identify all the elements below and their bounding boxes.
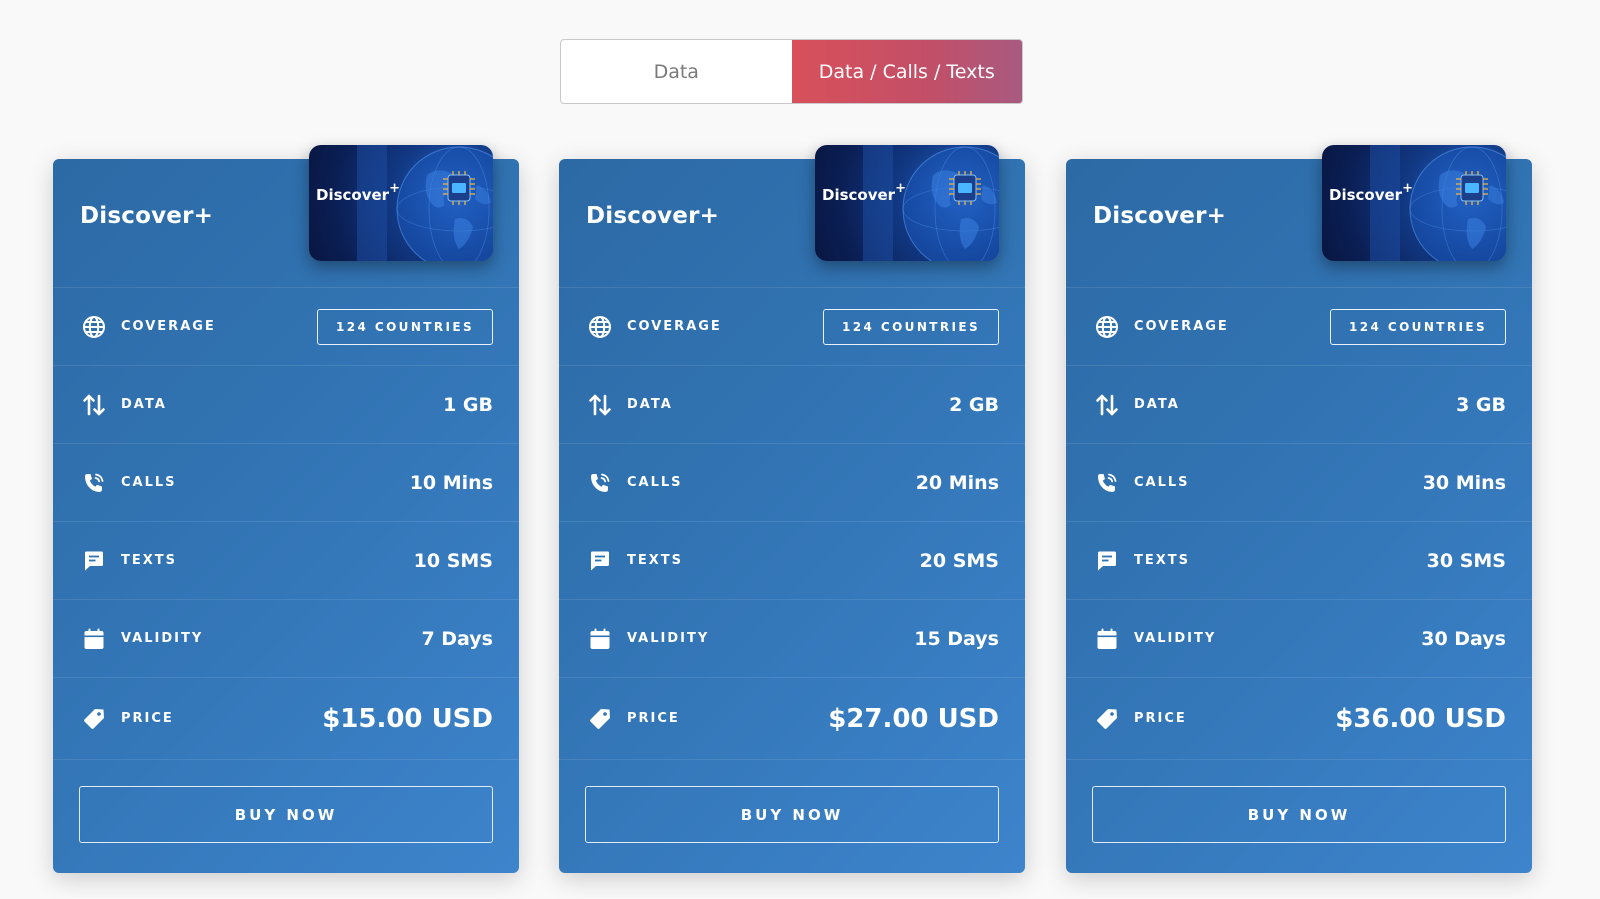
calls-row: CALLS 30 Mins <box>1066 444 1532 522</box>
data-label: DATA <box>121 397 167 412</box>
buy-button-wrap: BUY NOW <box>559 760 1025 843</box>
toggle-option-data[interactable]: Data <box>561 40 792 103</box>
price-row: PRICE $27.00 USD <box>559 678 1025 760</box>
price-label: PRICE <box>1134 711 1187 726</box>
coverage-label: COVERAGE <box>121 319 216 334</box>
validity-row: VALIDITY 15 Days <box>559 600 1025 678</box>
data-label: DATA <box>1134 397 1180 412</box>
texts-label: TEXTS <box>627 553 684 568</box>
price-value: $27.00 USD <box>828 703 999 734</box>
globe-graphic <box>902 146 999 261</box>
buy-button-wrap: BUY NOW <box>1066 760 1532 843</box>
price-value: $36.00 USD <box>1335 703 1506 734</box>
price-tag-icon <box>587 706 613 732</box>
toggle-option-data-calls-texts[interactable]: Data / Calls / Texts <box>791 40 1022 103</box>
message-icon <box>81 548 107 574</box>
data-value: 2 GB <box>949 393 999 416</box>
globe-graphic <box>1409 146 1506 261</box>
esim-card-image: Discover+ <box>309 145 493 261</box>
validity-label: VALIDITY <box>1134 631 1217 646</box>
price-tag-icon <box>1094 706 1120 732</box>
data-value: 1 GB <box>443 393 493 416</box>
texts-label: TEXTS <box>121 553 178 568</box>
calls-label: CALLS <box>1134 475 1190 490</box>
texts-row: TEXTS 20 SMS <box>559 522 1025 600</box>
validity-label: VALIDITY <box>121 631 204 646</box>
buy-button-wrap: BUY NOW <box>53 760 519 843</box>
buy-now-button[interactable]: BUY NOW <box>1092 786 1506 843</box>
plan-title: Discover+ <box>586 203 720 229</box>
globe-graphic <box>396 146 493 261</box>
calls-value: 10 Mins <box>409 471 493 494</box>
validity-row: VALIDITY 7 Days <box>53 600 519 678</box>
texts-label: TEXTS <box>1134 553 1191 568</box>
texts-value: 30 SMS <box>1426 549 1506 572</box>
calls-row: CALLS 20 Mins <box>559 444 1025 522</box>
calendar-icon <box>81 626 107 652</box>
coverage-row: COVERAGE 124 COUNTRIES <box>53 288 519 366</box>
price-label: PRICE <box>627 711 680 726</box>
up-down-arrows-icon <box>587 392 613 418</box>
validity-row: VALIDITY 30 Days <box>1066 600 1532 678</box>
phone-icon <box>587 470 613 496</box>
validity-value: 30 Days <box>1421 627 1506 650</box>
phone-icon <box>81 470 107 496</box>
validity-label: VALIDITY <box>627 631 710 646</box>
globe-icon <box>81 314 107 340</box>
globe-icon <box>1094 314 1120 340</box>
sim-brand-logo: Discover+ <box>822 181 906 204</box>
coverage-label: COVERAGE <box>627 319 722 334</box>
sim-brand-logo: Discover+ <box>316 181 400 204</box>
price-row: PRICE $15.00 USD <box>53 678 519 760</box>
plan-card: Discover+ Discover+ COVERAGE 124 COUNTRI… <box>53 145 519 873</box>
calendar-icon <box>587 626 613 652</box>
coverage-row: COVERAGE 124 COUNTRIES <box>559 288 1025 366</box>
texts-value: 10 SMS <box>413 549 493 572</box>
texts-row: TEXTS 10 SMS <box>53 522 519 600</box>
globe-icon <box>587 314 613 340</box>
price-tag-icon <box>81 706 107 732</box>
phone-icon <box>1094 470 1120 496</box>
data-label: DATA <box>627 397 673 412</box>
validity-value: 7 Days <box>421 627 493 650</box>
plan-card-header: Discover+ Discover+ <box>53 145 519 288</box>
price-value: $15.00 USD <box>322 703 493 734</box>
esim-card-image: Discover+ <box>1322 145 1506 261</box>
up-down-arrows-icon <box>81 392 107 418</box>
sim-brand-logo: Discover+ <box>1329 181 1413 204</box>
calls-row: CALLS 10 Mins <box>53 444 519 522</box>
calls-value: 30 Mins <box>1422 471 1506 494</box>
message-icon <box>587 548 613 574</box>
validity-value: 15 Days <box>914 627 999 650</box>
plan-type-toggle: Data Data / Calls / Texts <box>560 39 1023 104</box>
plan-card: Discover+ Discover+ COVERAGE 124 COUNTRI… <box>1066 145 1532 873</box>
up-down-arrows-icon <box>1094 392 1120 418</box>
texts-row: TEXTS 30 SMS <box>1066 522 1532 600</box>
price-label: PRICE <box>121 711 174 726</box>
calendar-icon <box>1094 626 1120 652</box>
plan-card-header: Discover+ Discover+ <box>1066 145 1532 288</box>
plan-card: Discover+ Discover+ COVERAGE 124 COUNTRI… <box>559 145 1025 873</box>
data-row: DATA 2 GB <box>559 366 1025 444</box>
calls-value: 20 Mins <box>915 471 999 494</box>
plan-title: Discover+ <box>1093 203 1227 229</box>
message-icon <box>1094 548 1120 574</box>
data-value: 3 GB <box>1456 393 1506 416</box>
calls-label: CALLS <box>627 475 683 490</box>
data-row: DATA 3 GB <box>1066 366 1532 444</box>
coverage-countries-badge[interactable]: 124 COUNTRIES <box>317 308 493 345</box>
plan-card-header: Discover+ Discover+ <box>559 145 1025 288</box>
calls-label: CALLS <box>121 475 177 490</box>
buy-now-button[interactable]: BUY NOW <box>79 786 493 843</box>
esim-card-image: Discover+ <box>815 145 999 261</box>
buy-now-button[interactable]: BUY NOW <box>585 786 999 843</box>
coverage-row: COVERAGE 124 COUNTRIES <box>1066 288 1532 366</box>
coverage-countries-badge[interactable]: 124 COUNTRIES <box>823 308 999 345</box>
data-row: DATA 1 GB <box>53 366 519 444</box>
price-row: PRICE $36.00 USD <box>1066 678 1532 760</box>
plan-title: Discover+ <box>80 203 214 229</box>
texts-value: 20 SMS <box>919 549 999 572</box>
coverage-label: COVERAGE <box>1134 319 1229 334</box>
coverage-countries-badge[interactable]: 124 COUNTRIES <box>1330 308 1506 345</box>
